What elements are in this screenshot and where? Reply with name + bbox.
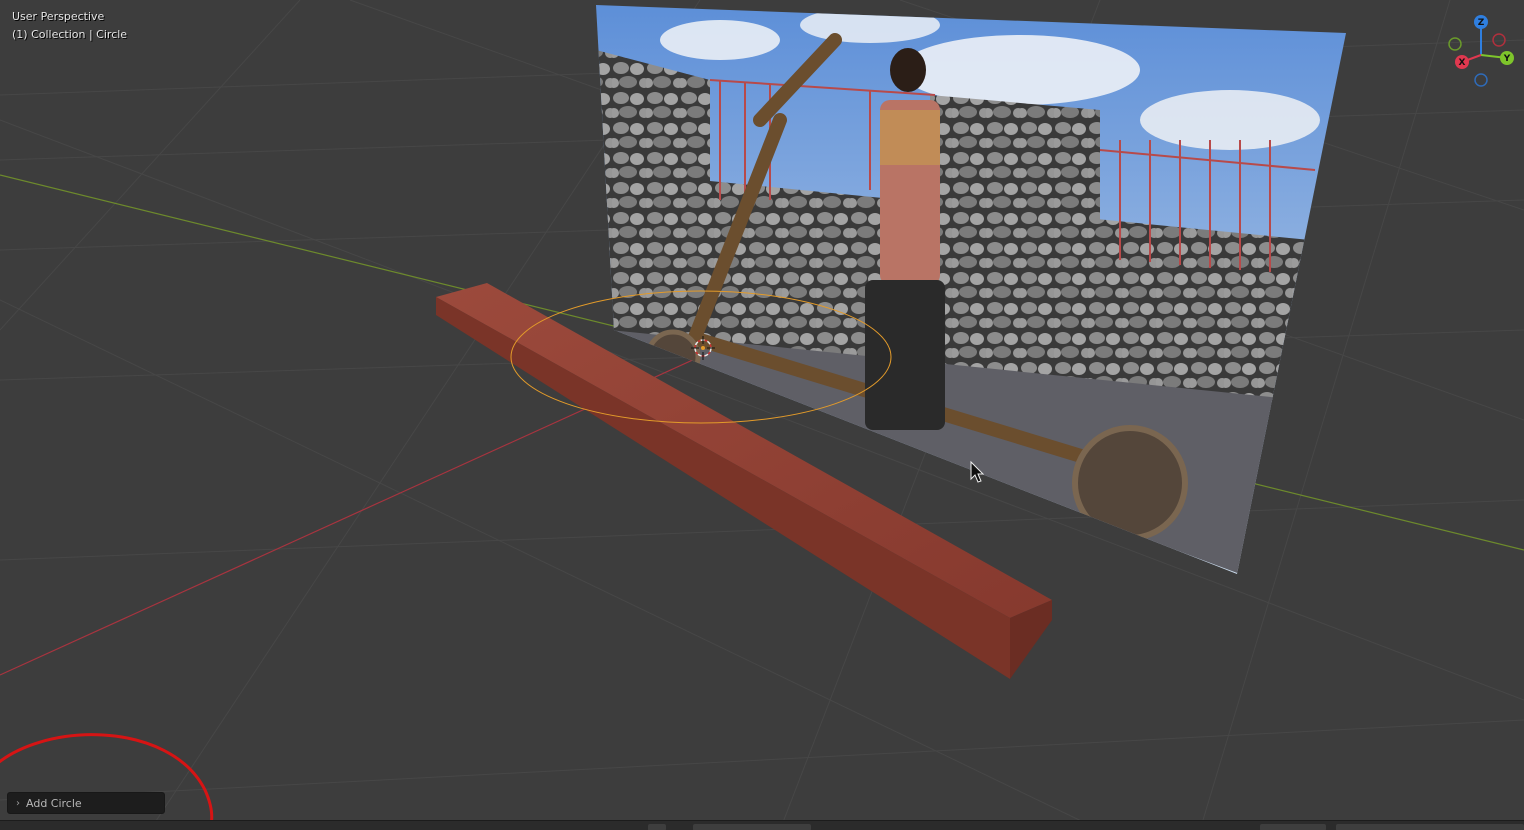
view-name-label: User Perspective	[12, 10, 105, 23]
gizmo-neg-z-icon[interactable]	[1474, 73, 1488, 87]
gizmo-x-label: X	[1459, 58, 1466, 68]
chevron-right-icon: ›	[16, 797, 20, 809]
viewport-scene	[0, 0, 1524, 830]
operator-panel-label: Add Circle	[26, 796, 82, 810]
status-bar-segment	[693, 824, 811, 830]
collection-info-label: (1) Collection | Circle	[12, 28, 128, 41]
status-bar	[0, 820, 1524, 830]
status-bar-segment	[1336, 824, 1524, 830]
status-bar-segment	[648, 824, 666, 830]
gizmo-z-label: Z	[1478, 18, 1485, 28]
gizmo-neg-x-icon[interactable]	[1492, 33, 1506, 47]
red-annotation-circle	[0, 733, 214, 830]
adjust-last-operation-panel[interactable]: › Add Circle	[7, 792, 165, 814]
3d-viewport[interactable]: User Perspective (1) Collection | Circle…	[0, 0, 1524, 830]
reference-image-plane[interactable]	[596, 5, 1346, 574]
gizmo-neg-y-icon[interactable]	[1448, 37, 1462, 51]
navigation-gizmo[interactable]: Z Y X	[1440, 10, 1520, 90]
gizmo-y-label: Y	[1503, 54, 1511, 64]
status-bar-segment	[1260, 824, 1326, 830]
